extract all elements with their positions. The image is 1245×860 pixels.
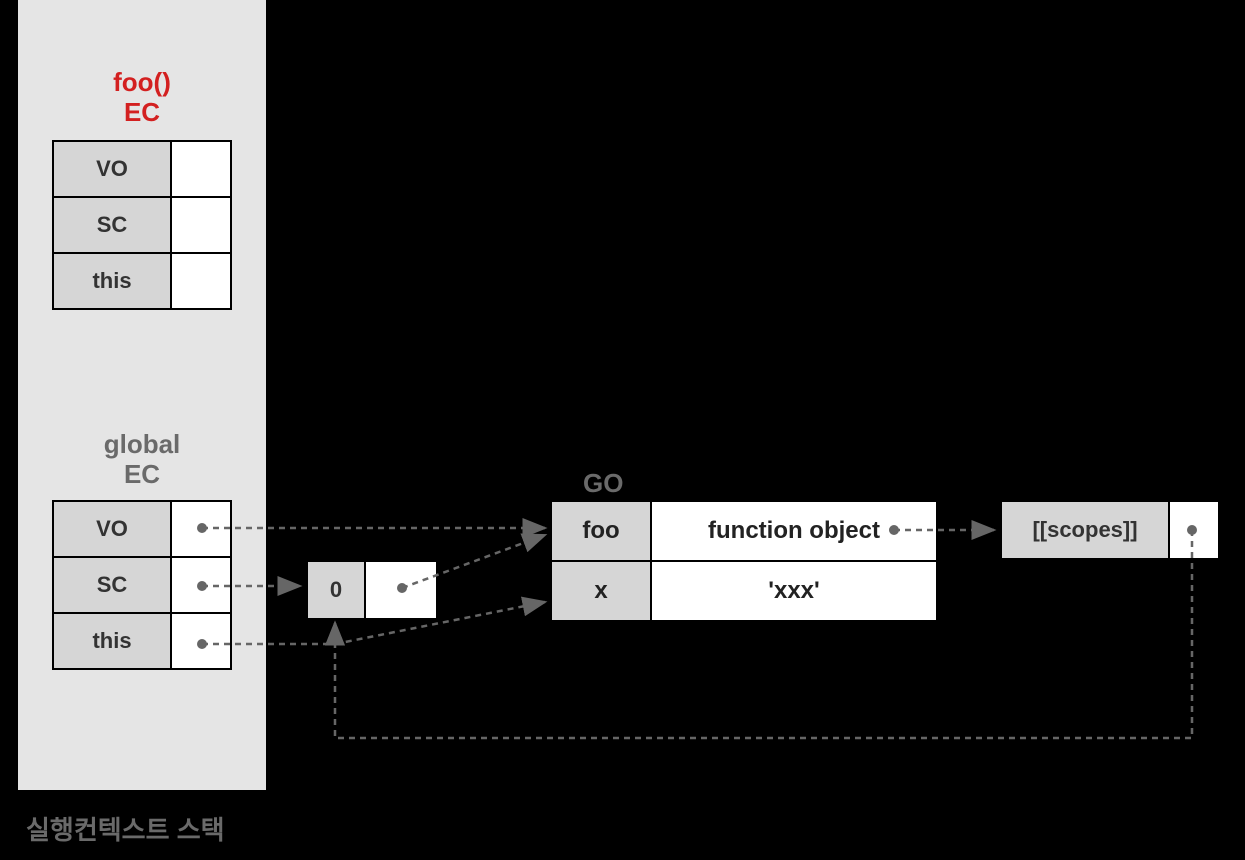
scopes-value [1169,501,1219,559]
scope-chain-pointer [365,561,437,619]
foo-ec-title: foo() EC [52,68,232,128]
scopes-label: [[scopes]] [1001,501,1169,559]
go-label: GO [583,468,623,499]
foo-ec-vo-value [171,141,231,197]
go-table: foo function object x 'xxx' [550,500,938,622]
scope-chain-box: 0 [306,560,438,620]
foo-ec-sc-label: SC [53,197,171,253]
foo-ec-this-label: this [53,253,171,309]
foo-ec-vo-label: VO [53,141,171,197]
foo-ec-table: VO SC this [52,140,232,310]
go-key-x: x [551,561,651,621]
foo-ec-line2: EC [124,97,160,127]
go-key-foo: foo [551,501,651,561]
go-val-x: 'xxx' [651,561,937,621]
global-ec-sc-value [171,557,231,613]
global-ec-table: VO SC this [52,500,232,670]
global-ec-vo-label: VO [53,501,171,557]
global-ec-line1: global [104,429,181,459]
scope-chain-index: 0 [307,561,365,619]
go-val-foo: function object [651,501,937,561]
global-ec-vo-value [171,501,231,557]
global-ec-line2: EC [124,459,160,489]
global-ec-this-label: this [53,613,171,669]
global-ec-title: global EC [52,430,232,490]
global-ec-sc-label: SC [53,557,171,613]
foo-ec-line1: foo() [113,67,171,97]
foo-ec-sc-value [171,197,231,253]
foo-ec-this-value [171,253,231,309]
scopes-table: [[scopes]] [1000,500,1220,560]
global-ec-this-value [171,613,231,669]
stack-caption: 실행컨텍스트 스택 [26,810,225,847]
